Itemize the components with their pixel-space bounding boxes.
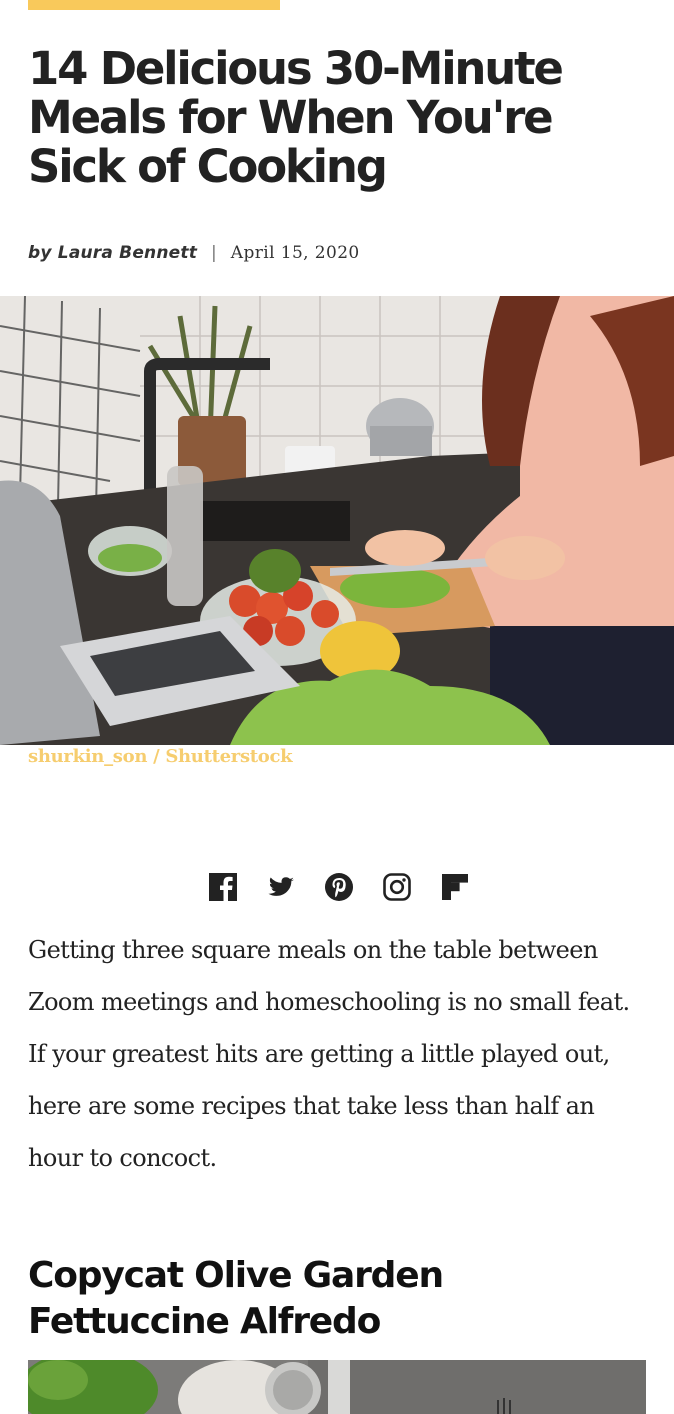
category-tag[interactable]	[28, 0, 280, 10]
intro-paragraph: Getting three square meals on the table …	[28, 936, 630, 1172]
author-link[interactable]: by Laura Bennett	[28, 243, 197, 263]
author-name: Laura Bennett	[57, 243, 198, 263]
section-heading: Copycat Olive Garden Fettuccine Alfredo	[28, 1255, 444, 1342]
byline-separator: |	[211, 243, 217, 263]
pinterest-icon[interactable]	[324, 872, 354, 902]
flipboard-icon[interactable]	[440, 872, 470, 902]
instagram-icon[interactable]	[382, 872, 412, 902]
hero-image	[0, 296, 674, 745]
article-title: 14 Delicious 30-Minute Meals for When Yo…	[28, 42, 564, 193]
byline-prefix: by	[28, 243, 52, 263]
facebook-icon[interactable]	[208, 872, 238, 902]
recipe-image	[28, 1360, 646, 1414]
publish-date: April 15, 2020	[230, 243, 360, 263]
byline: by Laura Bennett | April 15, 2020	[28, 240, 360, 266]
twitter-icon[interactable]	[266, 872, 296, 902]
share-bar	[0, 872, 674, 908]
image-credit[interactable]: shurkin_son / Shutterstock	[28, 746, 293, 767]
